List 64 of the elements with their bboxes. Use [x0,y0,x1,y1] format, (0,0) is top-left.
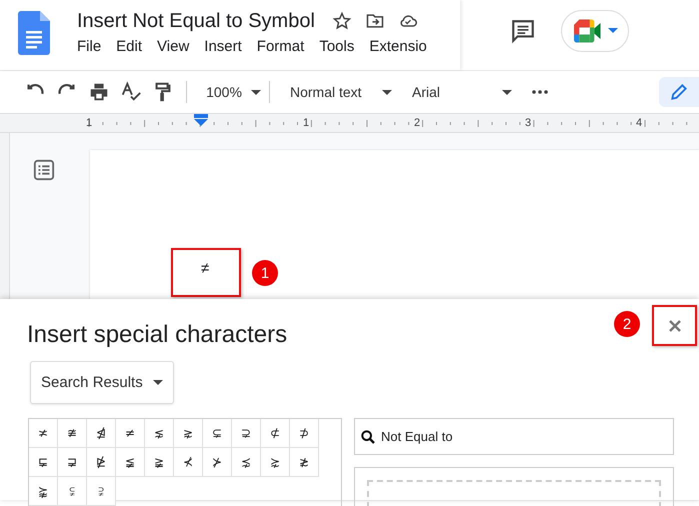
menu-item[interactable]: File [77,38,102,55]
meet-button[interactable] [561,10,629,52]
editing-mode-button[interactable] [659,77,699,107]
caret-icon [152,380,163,385]
character-cell[interactable]: ≩ [145,448,174,477]
print-icon[interactable] [88,81,110,103]
outline-icon[interactable] [33,159,55,181]
menu-item[interactable]: Extensio [369,38,427,55]
symbol-text: ≠ [201,260,210,277]
character-cell[interactable]: ≵ [290,448,319,477]
indent-marker-icon[interactable] [194,114,208,126]
ruler-number: 1 [86,117,94,129]
character-cell[interactable]: ⋬ [87,419,116,448]
caret-icon[interactable] [382,90,392,94]
search-icon [360,429,376,445]
star-icon[interactable] [332,11,352,31]
category-dropdown[interactable]: Search Results [30,361,174,404]
character-cell[interactable]: ⊊ [203,419,232,448]
character-cell[interactable]: ≇ [58,419,87,448]
close-icon [668,320,680,332]
style-dropdown[interactable]: Normal text [284,84,382,100]
character-cell[interactable]: ⊅ [290,419,319,448]
character-cell[interactable]: ⫌ [87,477,116,506]
menu-item[interactable]: Tools [319,38,354,55]
character-cell[interactable]: ⋦ [145,419,174,448]
spellcheck-icon[interactable] [120,81,142,103]
docs-logo-icon[interactable] [18,11,50,55]
highlight-box [171,248,241,297]
font-dropdown[interactable]: Arial [406,84,502,100]
menu-item[interactable]: Format [256,38,304,55]
ruler-number: 2 [414,117,422,129]
ruler-number: 1 [303,117,310,129]
character-cell[interactable]: ⊄ [261,419,290,448]
comment-icon[interactable] [510,18,536,44]
character-cell[interactable]: ≭ [29,419,58,448]
character-cell[interactable]: ⪺ [29,477,58,506]
character-cell[interactable]: ≠ [116,419,145,448]
character-cell[interactable]: ⋩ [261,448,290,477]
character-cell[interactable]: ⋧ [174,419,203,448]
ruler-number: 4 [636,117,644,129]
ruler-number: 3 [525,117,532,129]
pencil-icon [669,82,689,102]
caret-icon[interactable] [502,90,512,94]
character-cell[interactable]: ⋭ [87,448,116,477]
menu-item[interactable]: Edit [116,38,142,55]
menu-item[interactable]: Insert [204,38,242,55]
menu-item[interactable]: View [157,38,190,55]
character-cell[interactable]: ⊁ [203,448,232,477]
more-icon[interactable] [532,90,548,94]
dialog-title: Insert special characters [27,321,288,348]
character-cell[interactable]: ⋤ [29,448,58,477]
character-cell[interactable]: ⋥ [58,448,87,477]
character-cell[interactable]: ≨ [116,448,145,477]
character-cell[interactable]: ⫋ [58,477,87,506]
close-button[interactable] [652,305,697,346]
caret-icon [608,28,618,34]
zoom-dropdown[interactable]: 100% [197,84,251,100]
search-field[interactable]: Not Equal to [354,418,674,455]
caret-icon[interactable] [251,90,261,94]
character-cell[interactable]: ⊀ [174,448,203,477]
step-badge: 2 [614,311,640,337]
character-cell[interactable]: ⋨ [232,448,261,477]
document-title[interactable]: Insert Not Equal to Symbol [77,10,315,32]
character-cell[interactable]: ⊋ [232,419,261,448]
